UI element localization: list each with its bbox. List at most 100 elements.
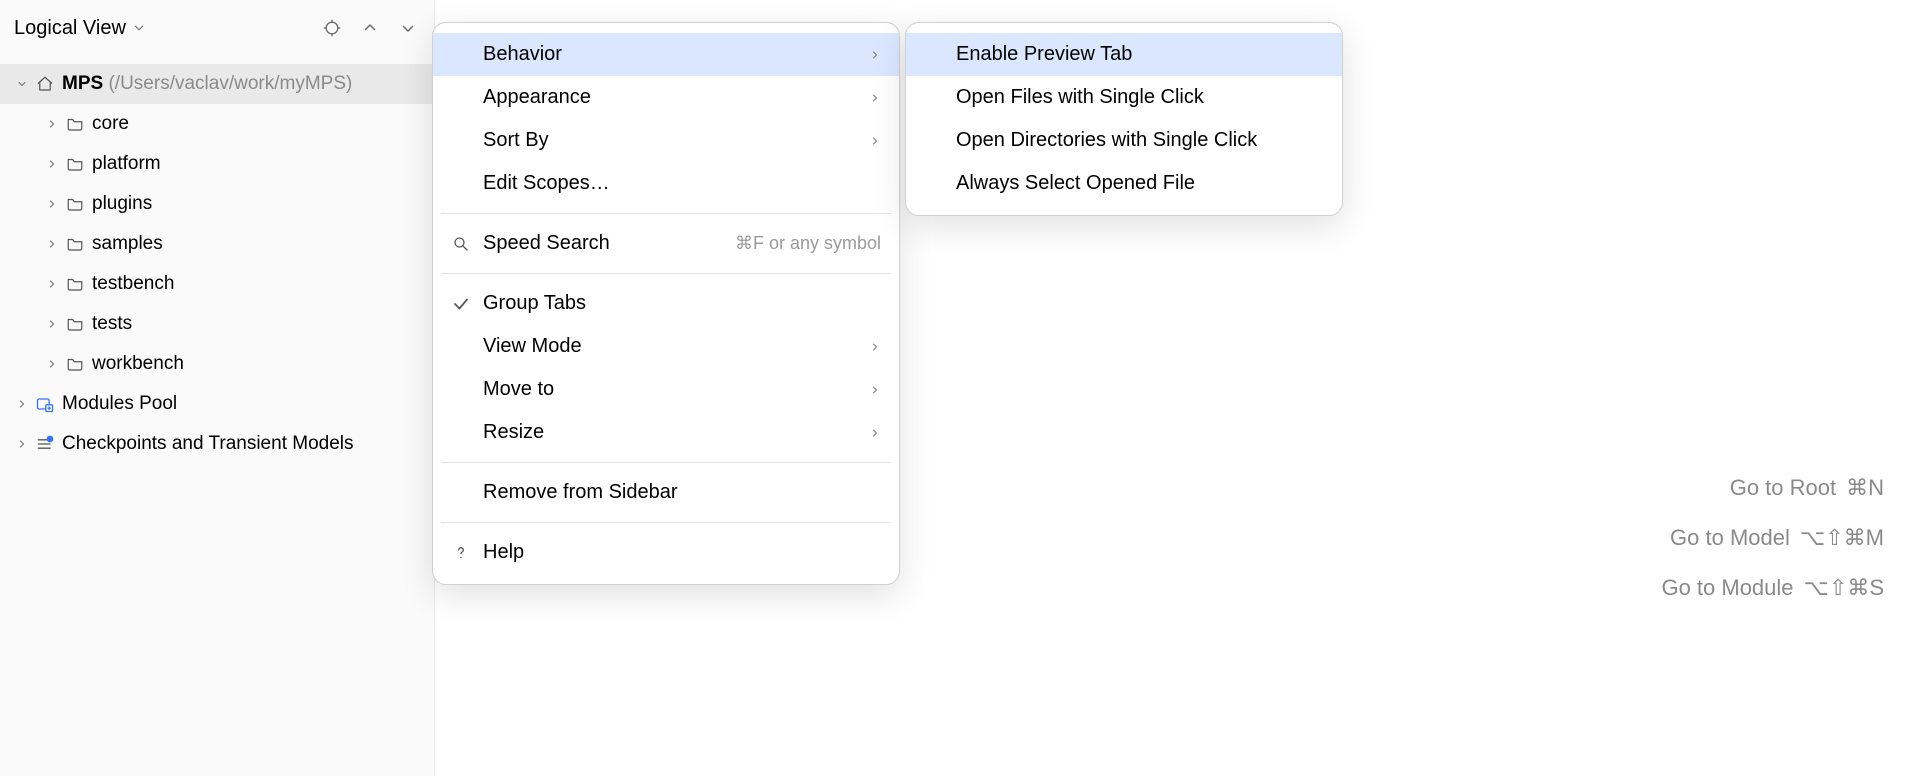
view-switcher[interactable]: Logical View <box>14 17 146 40</box>
chevron-right-icon <box>869 384 881 396</box>
collapse-icon[interactable] <box>396 16 420 40</box>
context-menu: Behavior Appearance Sort By Edit Scopes…… <box>432 22 900 585</box>
nav-hint-label: Go to Root <box>1730 475 1836 501</box>
chevron-down-icon <box>132 21 146 35</box>
chevron-right-icon[interactable] <box>40 238 64 250</box>
menu-item-resize[interactable]: Resize <box>433 411 899 454</box>
expand-icon[interactable] <box>358 16 382 40</box>
tree-item-modules-pool[interactable]: Modules Pool <box>0 384 434 424</box>
menu-item-appearance[interactable]: Appearance <box>433 76 899 119</box>
menu-item-help[interactable]: Help <box>433 531 899 574</box>
submenu-behavior: Enable Preview Tab Open Files with Singl… <box>905 22 1343 216</box>
menu-item-group-tabs[interactable]: Group Tabs <box>433 282 899 325</box>
folder-icon <box>64 115 86 133</box>
check-icon <box>449 295 473 313</box>
menu-separator <box>441 273 891 274</box>
project-tree: MPS (/Users/vaclav/work/myMPS) core plat… <box>0 56 434 464</box>
chevron-right-icon[interactable] <box>40 158 64 170</box>
chevron-right-icon[interactable] <box>40 358 64 370</box>
navigation-hints: Go to Root ⌘N Go to Model ⌥⇧⌘M Go to Mod… <box>1661 475 1884 601</box>
nav-hint-root: Go to Root ⌘N <box>1730 475 1884 501</box>
menu-item-label: Sort By <box>483 129 549 152</box>
tree-item-testbench[interactable]: testbench <box>0 264 434 304</box>
menu-separator <box>441 462 891 463</box>
menu-item-label: Group Tabs <box>483 292 586 315</box>
menu-item-label: Open Files with Single Click <box>956 86 1204 109</box>
chevron-right-icon <box>869 427 881 439</box>
panel-toolbar <box>320 16 420 40</box>
menu-item-label: Always Select Opened File <box>956 172 1195 195</box>
modules-pool-icon <box>34 394 56 414</box>
tree-root-label: MPS (/Users/vaclav/work/myMPS) <box>62 73 352 95</box>
checkpoints-icon <box>34 434 56 454</box>
submenu-item-open-files-single[interactable]: Open Files with Single Click <box>906 76 1342 119</box>
search-icon <box>449 235 473 253</box>
tree-item-core[interactable]: core <box>0 104 434 144</box>
menu-item-view-mode[interactable]: View Mode <box>433 325 899 368</box>
chevron-right-icon <box>869 341 881 353</box>
menu-item-label: Enable Preview Tab <box>956 43 1132 66</box>
tree-item-label: core <box>92 113 129 135</box>
tree-item-label: plugins <box>92 193 152 215</box>
chevron-right-icon[interactable] <box>10 398 34 410</box>
submenu-item-enable-preview[interactable]: Enable Preview Tab <box>906 33 1342 76</box>
menu-item-behavior[interactable]: Behavior <box>433 33 899 76</box>
tree-item-label: Checkpoints and Transient Models <box>62 433 354 455</box>
chevron-right-icon[interactable] <box>40 278 64 290</box>
nav-hint-shortcut: ⌥⇧⌘M <box>1800 525 1884 551</box>
tree-item-tests[interactable]: tests <box>0 304 434 344</box>
submenu-item-always-select[interactable]: Always Select Opened File <box>906 162 1342 205</box>
menu-item-label: View Mode <box>483 335 582 358</box>
tree-item-platform[interactable]: platform <box>0 144 434 184</box>
menu-item-move-to[interactable]: Move to <box>433 368 899 411</box>
nav-hint-shortcut: ⌥⇧⌘S <box>1804 575 1884 601</box>
home-icon <box>34 75 56 93</box>
tree-item-label: workbench <box>92 353 184 375</box>
tree-item-label: tests <box>92 313 132 335</box>
chevron-right-icon[interactable] <box>40 198 64 210</box>
nav-hint-module: Go to Module ⌥⇧⌘S <box>1661 575 1884 601</box>
folder-icon <box>64 355 86 373</box>
menu-item-label: Speed Search <box>483 232 610 255</box>
menu-item-remove-sidebar[interactable]: Remove from Sidebar <box>433 471 899 514</box>
nav-hint-shortcut: ⌘N <box>1846 475 1884 501</box>
tree-item-checkpoints[interactable]: Checkpoints and Transient Models <box>0 424 434 464</box>
chevron-right-icon <box>869 135 881 147</box>
chevron-right-icon <box>869 92 881 104</box>
tree-item-plugins[interactable]: plugins <box>0 184 434 224</box>
target-icon[interactable] <box>320 16 344 40</box>
menu-item-label: Remove from Sidebar <box>483 481 678 504</box>
nav-hint-label: Go to Model <box>1670 525 1790 551</box>
menu-item-shortcut: ⌘F or any symbol <box>735 233 881 254</box>
help-icon <box>449 544 473 562</box>
chevron-right-icon[interactable] <box>40 318 64 330</box>
view-label-text: Logical View <box>14 17 126 40</box>
menu-item-label: Resize <box>483 421 544 444</box>
tree-item-label: testbench <box>92 273 174 295</box>
menu-item-label: Behavior <box>483 43 562 66</box>
tree-item-label: Modules Pool <box>62 393 177 415</box>
folder-icon <box>64 235 86 253</box>
tree-root-mps[interactable]: MPS (/Users/vaclav/work/myMPS) <box>0 64 434 104</box>
folder-icon <box>64 155 86 173</box>
menu-item-edit-scopes[interactable]: Edit Scopes… <box>433 162 899 205</box>
menu-item-label: Open Directories with Single Click <box>956 129 1257 152</box>
nav-hint-label: Go to Module <box>1661 575 1793 601</box>
folder-icon <box>64 195 86 213</box>
menu-item-label: Help <box>483 541 524 564</box>
chevron-right-icon[interactable] <box>40 118 64 130</box>
tree-item-label: samples <box>92 233 163 255</box>
tree-item-samples[interactable]: samples <box>0 224 434 264</box>
chevron-down-icon[interactable] <box>10 78 34 90</box>
menu-item-label: Appearance <box>483 86 591 109</box>
chevron-right-icon[interactable] <box>10 438 34 450</box>
menu-item-label: Edit Scopes… <box>483 172 610 195</box>
submenu-item-open-dirs-single[interactable]: Open Directories with Single Click <box>906 119 1342 162</box>
panel-header: Logical View <box>0 0 434 56</box>
menu-item-speed-search[interactable]: Speed Search ⌘F or any symbol <box>433 222 899 265</box>
chevron-right-icon <box>869 49 881 61</box>
menu-separator <box>441 213 891 214</box>
menu-separator <box>441 522 891 523</box>
tree-item-workbench[interactable]: workbench <box>0 344 434 384</box>
menu-item-sort-by[interactable]: Sort By <box>433 119 899 162</box>
